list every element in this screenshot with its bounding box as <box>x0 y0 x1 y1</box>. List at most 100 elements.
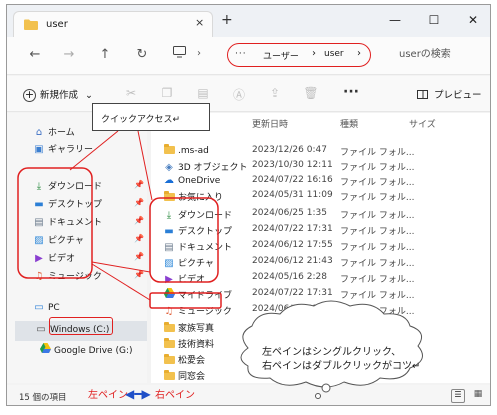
nav-item-documents[interactable]: ▤ ドキュメント <box>33 215 102 228</box>
pictures-icon: ▨ <box>164 258 174 269</box>
file-row[interactable]: ◈ 3D オブジェクト 2023/10/30 12:11 ファイル フォル... <box>151 160 490 175</box>
file-row[interactable]: 同窓会 <box>151 369 490 384</box>
documents-icon: ▤ <box>34 217 44 228</box>
nav-item-windows-c[interactable]: ▭ Windows (C:) <box>35 324 109 335</box>
file-type: ファイル フォル... <box>340 227 415 237</box>
file-name: マイドライブ <box>178 291 233 301</box>
maximize-button[interactable]: ☐ <box>424 13 444 27</box>
status-bar: 15 個の項目 ☰ ▦ <box>7 385 490 405</box>
nav-item-label: ピクチャ <box>48 236 84 246</box>
nav-item-desktop[interactable]: ▬ デスクトップ <box>33 197 102 210</box>
pc-icon: ▭ <box>34 302 44 313</box>
column-header-type[interactable]: 種類 <box>340 117 358 130</box>
share-icon[interactable]: ⇪ <box>267 86 283 100</box>
nav-item-label: ミュージック <box>48 272 102 282</box>
file-date: 2024/05/16 2:28 <box>252 272 327 282</box>
file-type: ファイル フォル... <box>340 307 415 317</box>
back-button[interactable]: ← <box>27 47 43 62</box>
file-row[interactable]: .ms-ad 2023/12/26 0:47 ファイル フォル... <box>151 144 490 160</box>
file-row[interactable]: ♫ ミュージック 2024/06/17 23:07 ファイル フォル... <box>151 304 490 319</box>
tiles-view-icon[interactable]: ▦ <box>471 389 485 403</box>
nav-item-pictures[interactable]: ▨ ピクチャ <box>33 233 84 246</box>
file-row[interactable]: ⤓ ダウンロード 2024/06/25 1:35 ファイル フォル... <box>151 208 490 223</box>
monitor-icon[interactable] <box>171 46 187 62</box>
preview-button[interactable]: プレビュー <box>417 87 482 101</box>
file-row[interactable]: ▤ ドキュメント 2024/06/12 17:55 ファイル フォル... <box>151 240 490 255</box>
nav-item-google-drive[interactable]: Google Drive (G:) <box>39 343 132 356</box>
explorer-window: user × + — ☐ ✕ ← → ↑ ↻ › ··· ユーザー › user… <box>6 4 491 406</box>
file-type: ファイル フォル... <box>340 243 415 253</box>
file-date: 2024/07/22 17:31 <box>252 288 333 298</box>
google-drive-icon <box>39 343 51 356</box>
documents-icon: ▤ <box>164 242 174 253</box>
file-type: ファイル フォル... <box>340 211 415 221</box>
pin-icon: 📌 <box>134 216 144 225</box>
tab-close-icon[interactable]: × <box>195 16 204 29</box>
nav-item-label: ホーム <box>48 128 75 138</box>
folder-icon <box>163 322 175 334</box>
download-icon: ⤓ <box>166 210 172 221</box>
close-button[interactable]: ✕ <box>463 13 483 27</box>
folder-icon <box>163 338 175 350</box>
videos-icon: ▶ <box>165 274 173 285</box>
address-more-button[interactable]: ··· <box>235 49 247 59</box>
file-row[interactable]: ▶ ビデオ 2024/05/16 2:28 ファイル フォル... <box>151 272 490 287</box>
breadcrumb-separator-icon[interactable]: › <box>312 48 316 59</box>
refresh-button[interactable]: ↻ <box>134 47 150 62</box>
tab-title: user <box>46 19 68 30</box>
pictures-icon: ▨ <box>34 235 44 246</box>
nav-item-home[interactable]: ⌂ ホーム <box>33 125 75 138</box>
file-type: ファイル フォル... <box>340 148 415 158</box>
file-date: 2024/07/22 16:16 <box>252 175 333 185</box>
nav-item-downloads[interactable]: ⤓ ダウンロード <box>33 179 102 192</box>
nav-item-videos[interactable]: ▶ ビデオ <box>33 251 75 264</box>
file-row[interactable]: ▨ ピクチャ 2024/06/12 21:43 ファイル フォル... <box>151 256 490 271</box>
nav-item-gallery[interactable]: ▣ ギャラリー <box>33 142 93 155</box>
copy-icon[interactable]: ❐ <box>159 86 175 100</box>
nav-item-pc[interactable]: ▭ PC <box>33 302 59 313</box>
search-input[interactable]: userの検索 <box>399 45 489 60</box>
up-button[interactable]: ↑ <box>97 47 113 62</box>
paste-icon[interactable]: ▤ <box>195 86 211 100</box>
file-name: ダウンロード <box>178 211 233 221</box>
file-type: ファイル フォル... <box>340 163 415 173</box>
details-view-icon[interactable]: ☰ <box>451 389 465 403</box>
file-name: デスクトップ <box>178 227 233 237</box>
breadcrumb-user[interactable]: user <box>324 49 344 59</box>
file-date: 2024/07/22 17:31 <box>252 224 333 234</box>
title-bar: user × + — ☐ ✕ <box>7 5 490 37</box>
rename-icon[interactable]: Ⓐ <box>231 86 247 103</box>
nav-item-music[interactable]: ♫ ミュージック <box>33 269 102 282</box>
delete-icon[interactable]: 🗑 <box>303 86 319 100</box>
cut-icon[interactable]: ✂ <box>123 86 139 100</box>
file-date: 2023/10/30 12:11 <box>252 160 333 170</box>
new-button[interactable]: + 新規作成 ⌄ <box>23 87 93 102</box>
breadcrumb-users[interactable]: ユーザー <box>263 49 299 62</box>
more-options-button[interactable]: ··· <box>343 84 359 100</box>
nav-item-label: ドキュメント <box>48 218 103 228</box>
file-name: ミュージック <box>178 307 232 317</box>
file-row[interactable]: ☁ OneDrive 2024/07/22 16:16 ファイル フォル... <box>151 175 490 190</box>
pin-icon: 📌 <box>134 234 144 243</box>
file-row[interactable]: 家族写真 <box>151 321 490 336</box>
file-row[interactable]: 松愛会 <box>151 353 490 368</box>
file-row[interactable]: 技術資料 <box>151 337 490 352</box>
chevron-down-icon: ⌄ <box>85 90 94 101</box>
file-name: OneDrive <box>178 176 221 186</box>
file-row[interactable]: ▬ デスクトップ 2024/07/22 17:31 ファイル フォル... <box>151 224 490 239</box>
nav-item-label: Google Drive (G:) <box>54 346 133 356</box>
forward-button[interactable]: → <box>61 47 77 62</box>
nav-item-label: ギャラリー <box>48 145 94 155</box>
folder-icon <box>24 19 38 30</box>
file-row[interactable]: お気に入り 2024/05/31 11:09 ファイル フォル... <box>151 190 490 205</box>
minimize-button[interactable]: — <box>385 13 405 27</box>
file-type: ファイル フォル... <box>340 291 415 301</box>
file-row[interactable]: マイドライブ 2024/07/22 17:31 ファイル フォル... <box>151 288 490 303</box>
column-header-date[interactable]: 更新日時 <box>252 117 288 130</box>
column-header-size[interactable]: サイズ <box>409 117 436 130</box>
nav-item-label: ダウンロード <box>48 182 103 192</box>
address-bar[interactable]: › ··· ユーザー › user › <box>197 43 395 69</box>
new-tab-button[interactable]: + <box>221 12 233 28</box>
breadcrumb-chevron-icon[interactable]: › <box>357 48 361 59</box>
tab-user[interactable]: user × <box>13 11 213 37</box>
